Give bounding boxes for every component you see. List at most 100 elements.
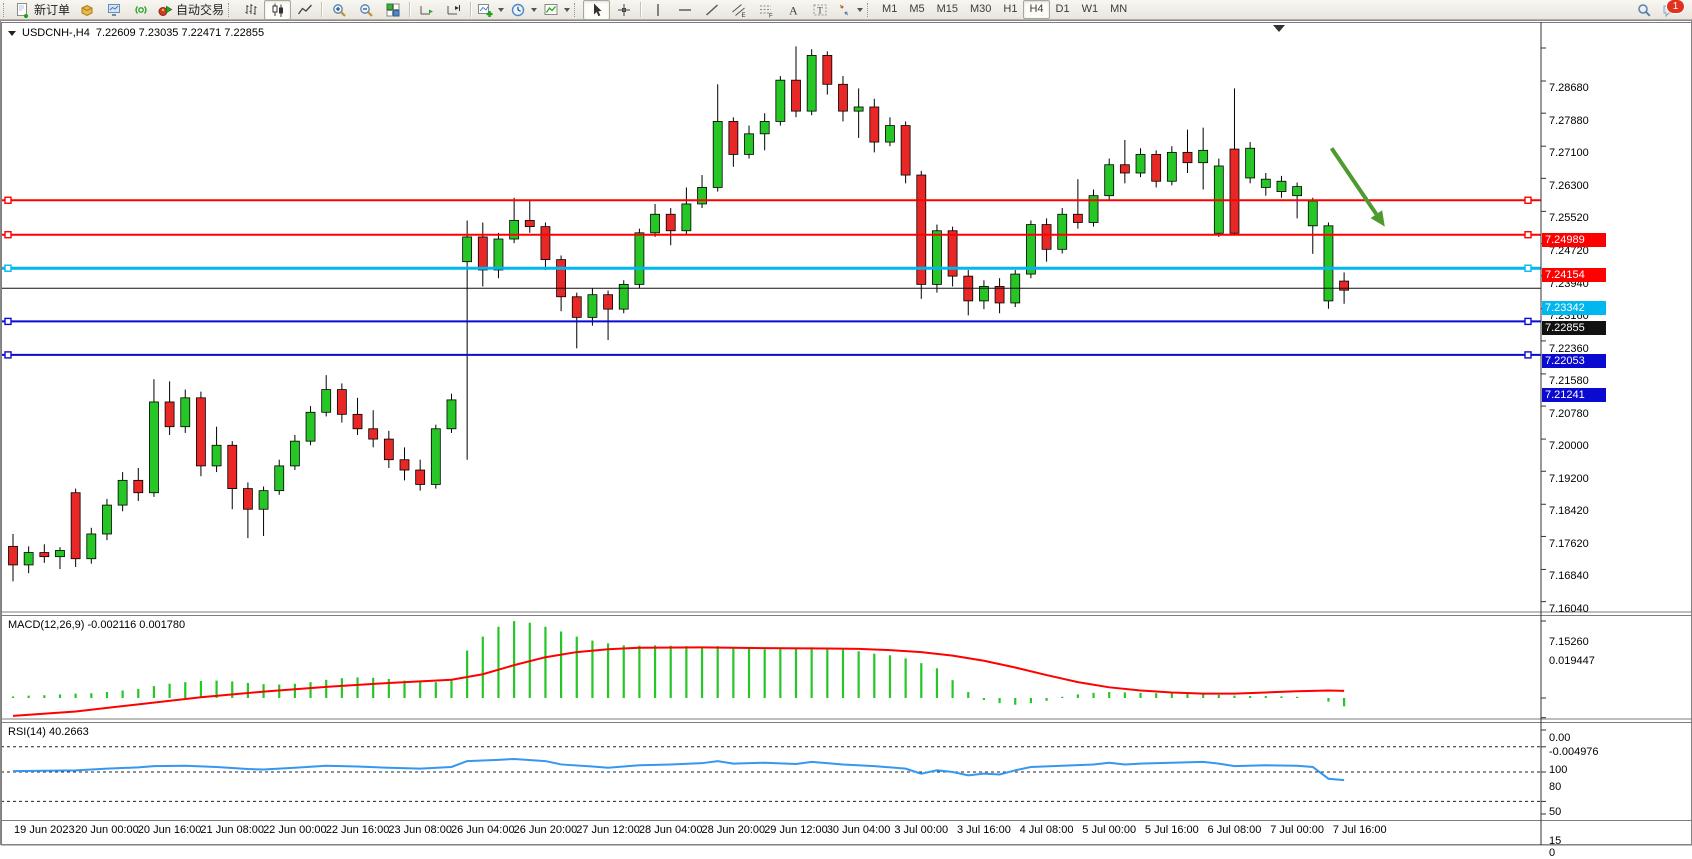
auto-trading-button[interactable]: 自动交易 [154, 0, 227, 20]
line-drag-handle[interactable] [1525, 197, 1531, 203]
toolbar-grip[interactable] [228, 3, 234, 17]
line-drag-handle[interactable] [1525, 232, 1531, 238]
notifications-button[interactable]: 1 [1657, 0, 1684, 20]
chart-canvas[interactable] [1, 21, 1692, 846]
template-icon [543, 2, 559, 18]
templates-button[interactable] [540, 0, 573, 20]
chart-shift-button[interactable] [440, 0, 467, 20]
price-tag-7.24989[interactable]: 7.24989 [1542, 233, 1606, 247]
macd-indicator-label: MACD(12,26,9) -0.002116 0.001780 [8, 619, 185, 631]
text-tool-button[interactable]: A [779, 0, 806, 20]
candle-body [604, 295, 613, 309]
toolbar-right: 1 [1630, 0, 1690, 20]
candle-body [447, 400, 456, 429]
candle-body [353, 414, 362, 428]
candle-body [698, 187, 707, 204]
arrows-tool-button[interactable] [833, 0, 866, 20]
zoom-in-button[interactable] [325, 0, 352, 20]
line-drag-handle[interactable] [5, 265, 11, 271]
chart-shift-icon [446, 2, 462, 18]
time-axis-label: 19 Jun 2023 [14, 824, 75, 836]
auto-trading-label: 自动交易 [176, 1, 224, 18]
line-drag-handle[interactable] [5, 318, 11, 324]
indicators-button[interactable] [474, 0, 507, 20]
signals-button[interactable] [127, 0, 154, 20]
toolbar-grip[interactable] [867, 3, 873, 17]
price-tag-7.22053[interactable]: 7.22053 [1542, 354, 1606, 368]
bar-chart-icon [243, 2, 259, 18]
search-button[interactable] [1630, 0, 1657, 20]
fibonacci-tool-button[interactable]: F [752, 0, 779, 20]
timeframe-button-m1[interactable]: M1 [876, 0, 903, 19]
price-tag-7.21241[interactable]: 7.21241 [1542, 388, 1606, 402]
notification-badge[interactable]: 1 [1666, 0, 1685, 14]
bar-chart-type-button[interactable] [237, 0, 264, 20]
timeframe-button-w1[interactable]: W1 [1076, 0, 1105, 19]
chevron-down-icon [564, 8, 570, 12]
line-chart-type-button[interactable] [291, 0, 318, 20]
line-drag-handle[interactable] [5, 197, 11, 203]
price-tag-7.24154[interactable]: 7.24154 [1542, 268, 1606, 282]
candle-body [510, 220, 519, 239]
line-drag-handle[interactable] [1525, 318, 1531, 324]
candlestick-chart-type-button[interactable] [264, 0, 291, 20]
market-watch-button[interactable] [100, 0, 127, 20]
line-drag-handle[interactable] [1525, 352, 1531, 358]
price-tag-7.23342[interactable]: 7.23342 [1542, 301, 1606, 315]
candle-body [1324, 226, 1333, 301]
rsi-axis-label: 100 [1549, 764, 1567, 776]
rsi-name: RSI(14) [8, 726, 46, 738]
cursor-tool-button[interactable] [583, 0, 610, 20]
text-label-icon: T [812, 2, 828, 18]
timeframe-button-h1[interactable]: H1 [997, 0, 1023, 19]
candle-body [134, 480, 143, 492]
crosshair-tool-button[interactable] [610, 0, 637, 20]
candle-body [463, 237, 472, 262]
line-drag-handle[interactable] [5, 232, 11, 238]
zoom-out-button[interactable] [352, 0, 379, 20]
candle-body [102, 505, 111, 534]
line-drag-handle[interactable] [1525, 265, 1531, 271]
trendline-tool-button[interactable] [698, 0, 725, 20]
periods-button[interactable] [507, 0, 540, 20]
candle-body [478, 237, 487, 270]
chart-window-button[interactable] [73, 0, 100, 20]
tile-windows-button[interactable] [379, 0, 406, 20]
channel-icon: E [731, 2, 747, 18]
toolbar-grip[interactable] [3, 3, 9, 17]
candle-body [181, 398, 190, 427]
cursor-icon [589, 2, 605, 18]
timeframe-button-mn[interactable]: MN [1104, 0, 1133, 19]
vertical-line-tool-button[interactable] [644, 0, 671, 20]
chart-shift-marker[interactable] [1273, 25, 1285, 32]
timeframe-toolbar: M1M5M15M30H1H4D1W1MN [876, 0, 1133, 19]
timeframe-button-m5[interactable]: M5 [903, 0, 930, 19]
candle-body [337, 390, 346, 415]
candle-body [1058, 214, 1067, 249]
auto-scroll-button[interactable] [413, 0, 440, 20]
text-label-tool-button[interactable]: T [806, 0, 833, 20]
time-axis-label: 3 Jul 16:00 [957, 824, 1011, 836]
timeframe-button-m15[interactable]: M15 [931, 0, 964, 19]
candle-body [431, 429, 440, 485]
text-icon: A [785, 2, 801, 18]
candle-body [55, 550, 64, 556]
candle-body [572, 297, 581, 318]
candle-body [1199, 150, 1208, 162]
candle-body [885, 126, 894, 143]
price-tick-label: 7.26300 [1549, 180, 1589, 192]
timeframe-button-h4[interactable]: H4 [1023, 0, 1049, 19]
candle-body [792, 80, 801, 111]
timeframe-button-m30[interactable]: M30 [964, 0, 997, 19]
equidistant-channel-tool-button[interactable]: E [725, 0, 752, 20]
symbol-dropdown-icon[interactable] [8, 31, 16, 36]
chevron-down-icon [531, 8, 537, 12]
trend-arrow-annotation[interactable] [1332, 148, 1377, 214]
line-drag-handle[interactable] [5, 352, 11, 358]
new-order-button[interactable]: 新订单 [12, 0, 73, 20]
horizontal-line-tool-button[interactable] [671, 0, 698, 20]
time-axis-label: 29 Jun 12:00 [764, 824, 828, 836]
timeframe-button-d1[interactable]: D1 [1050, 0, 1076, 19]
toolbar-grip[interactable] [574, 3, 580, 17]
price-tick-label: 7.15260 [1549, 636, 1589, 648]
